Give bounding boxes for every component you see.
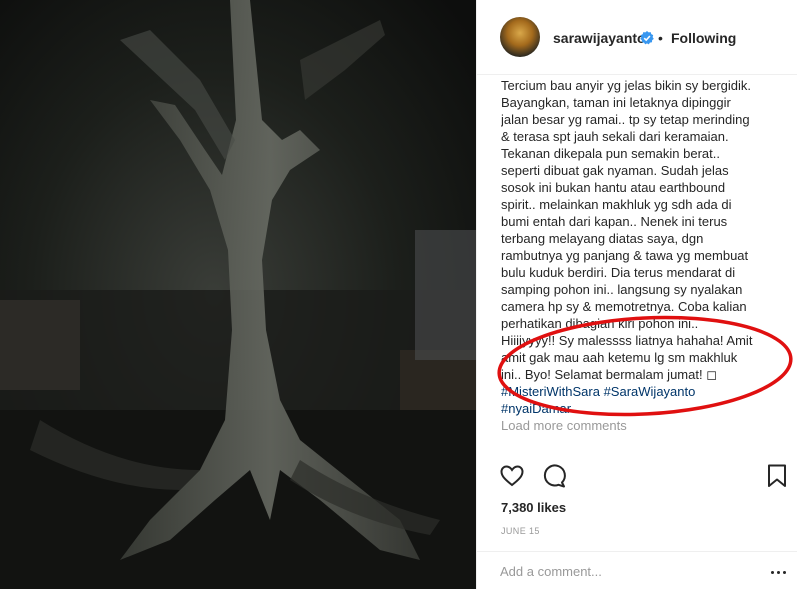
caption-line: & terasa spt jauh sekali dari keramaian. [501,129,729,144]
post-photo[interactable] [0,0,476,589]
caption-line: samping pohon ini.. langsung sy nyalakan [501,282,743,297]
following-button[interactable]: Following [671,30,736,46]
post-date[interactable]: JUNE 15 [501,526,540,536]
hashtag-link[interactable]: #MisteriWithSara #SaraWijayanto [501,383,773,400]
caption-line: rambutnya yg panjang & tawa yg membuat [501,248,749,263]
caption-line: seperti dibuat gak nyaman. Sudah jelas [501,163,729,178]
hashtag-link[interactable]: #nyaiDamar [501,400,773,417]
caption-line: Tekanan dikepala pun semakin berat.. [501,146,720,161]
caption-line: ini.. Byo! Selamat bermalam jumat! ◻ [501,367,717,382]
caption-line: amit gak mau aah ketemu lg sm makhluk [501,350,738,365]
avatar[interactable] [500,17,540,57]
bookmark-icon[interactable] [764,463,790,489]
separator-dot: • [658,30,663,46]
caption: Tercium bau anyir yg jelas bikin sy berg… [501,77,773,455]
caption-line: perhatikan dibagian kiri pohon ini.. [501,316,699,331]
load-more-comments-link[interactable]: Load more comments [501,417,773,434]
likes-count[interactable]: 7,380 likes [501,500,566,515]
caption-line: bulu kuduk berdiri. Dia terus mendarat d… [501,265,736,280]
caption-line: Bayangkan, taman ini letaknya dipinggir [501,95,731,110]
post-header: sarawijayanto • Following [477,0,797,75]
caption-line: Hiiiiyyyy!! Sy malessss liatnya hahaha! … [501,333,753,348]
action-bar [477,463,797,493]
heart-icon[interactable] [499,463,525,489]
comment-form [477,551,797,590]
more-options-icon[interactable] [771,571,787,575]
caption-line: Tercium bau anyir yg jelas bikin sy berg… [501,78,751,93]
post-side-panel: sarawijayanto • Following Tercium bau an… [476,0,797,589]
caption-line: sosok ini bukan hantu atau earthbound [501,180,726,195]
caption-line: jalan besar yg ramai.. tp sy tetap merin… [501,112,750,127]
comment-input[interactable] [500,564,740,579]
username-link[interactable]: sarawijayanto [553,30,646,46]
comment-icon[interactable] [541,463,567,489]
verified-badge-icon [640,31,654,45]
night-tree-image [0,0,476,589]
caption-line: bumi entah dari kapan.. Nenek ini terus [501,214,728,229]
caption-line: spirit.. melainkan makhluk yg sdh ada di [501,197,732,212]
caption-line: camera hp sy & memotretnya. Coba kalian [501,299,747,314]
caption-line: terbang melayang diatas saya, dgn [501,231,704,246]
